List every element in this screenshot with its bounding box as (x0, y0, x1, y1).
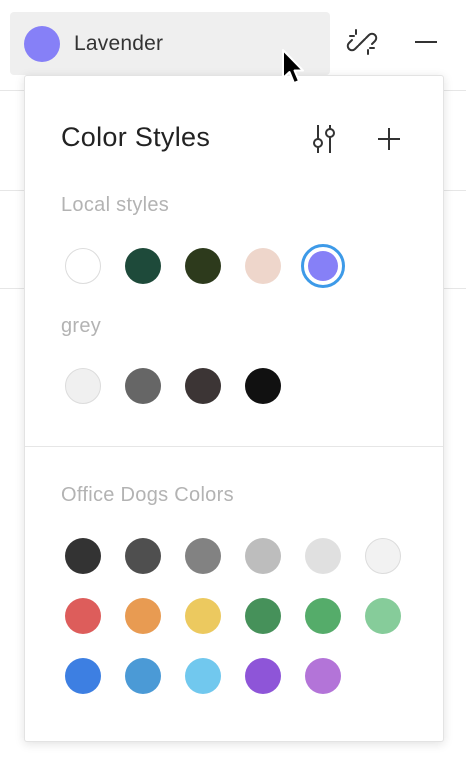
color-swatch[interactable] (125, 368, 161, 404)
color-swatch[interactable] (301, 244, 345, 288)
color-swatch[interactable] (65, 538, 101, 574)
detach-style-button[interactable] (342, 24, 382, 64)
style-name: Lavender (74, 31, 164, 55)
color-swatch[interactable] (65, 248, 101, 284)
color-swatch[interactable] (185, 368, 221, 404)
group-label-local: Local styles (61, 194, 170, 216)
color-swatch[interactable] (245, 248, 281, 284)
color-swatch[interactable] (305, 598, 341, 634)
color-swatch[interactable] (185, 538, 221, 574)
color-swatch[interactable] (245, 538, 281, 574)
plus-icon (374, 128, 404, 160)
color-swatch[interactable] (365, 538, 401, 574)
color-swatch[interactable] (185, 248, 221, 284)
remove-fill-button[interactable] (406, 24, 446, 64)
color-swatch[interactable] (65, 598, 101, 634)
color-swatch[interactable] (305, 658, 341, 694)
color-styles-panel: Color Styles Local styles grey Office Do… (24, 75, 444, 742)
group-label-grey: grey (61, 315, 102, 337)
color-swatch[interactable] (65, 368, 101, 404)
panel-title: Color Styles (61, 122, 211, 152)
divider (25, 446, 443, 447)
color-swatch[interactable] (125, 248, 161, 284)
color-swatch[interactable] (245, 658, 281, 694)
unlink-icon (346, 26, 378, 63)
color-swatch[interactable] (305, 538, 341, 574)
selected-swatch-fill (308, 251, 338, 281)
style-swatch (24, 25, 60, 62)
color-swatch[interactable] (245, 368, 281, 404)
group-label-library: Office Dogs Colors (61, 484, 234, 506)
color-swatch[interactable] (125, 598, 161, 634)
color-swatch[interactable] (125, 538, 161, 574)
color-swatch[interactable] (125, 658, 161, 694)
color-swatch[interactable] (65, 658, 101, 694)
color-swatch[interactable] (185, 658, 221, 694)
minus-icon (413, 29, 439, 60)
create-style-button[interactable] (374, 122, 404, 156)
library-settings-button[interactable] (309, 122, 339, 156)
color-swatch[interactable] (365, 598, 401, 634)
sliders-icon (309, 125, 339, 160)
color-swatch[interactable] (185, 598, 221, 634)
color-swatch[interactable] (245, 598, 281, 634)
pointer-cursor (280, 48, 306, 88)
